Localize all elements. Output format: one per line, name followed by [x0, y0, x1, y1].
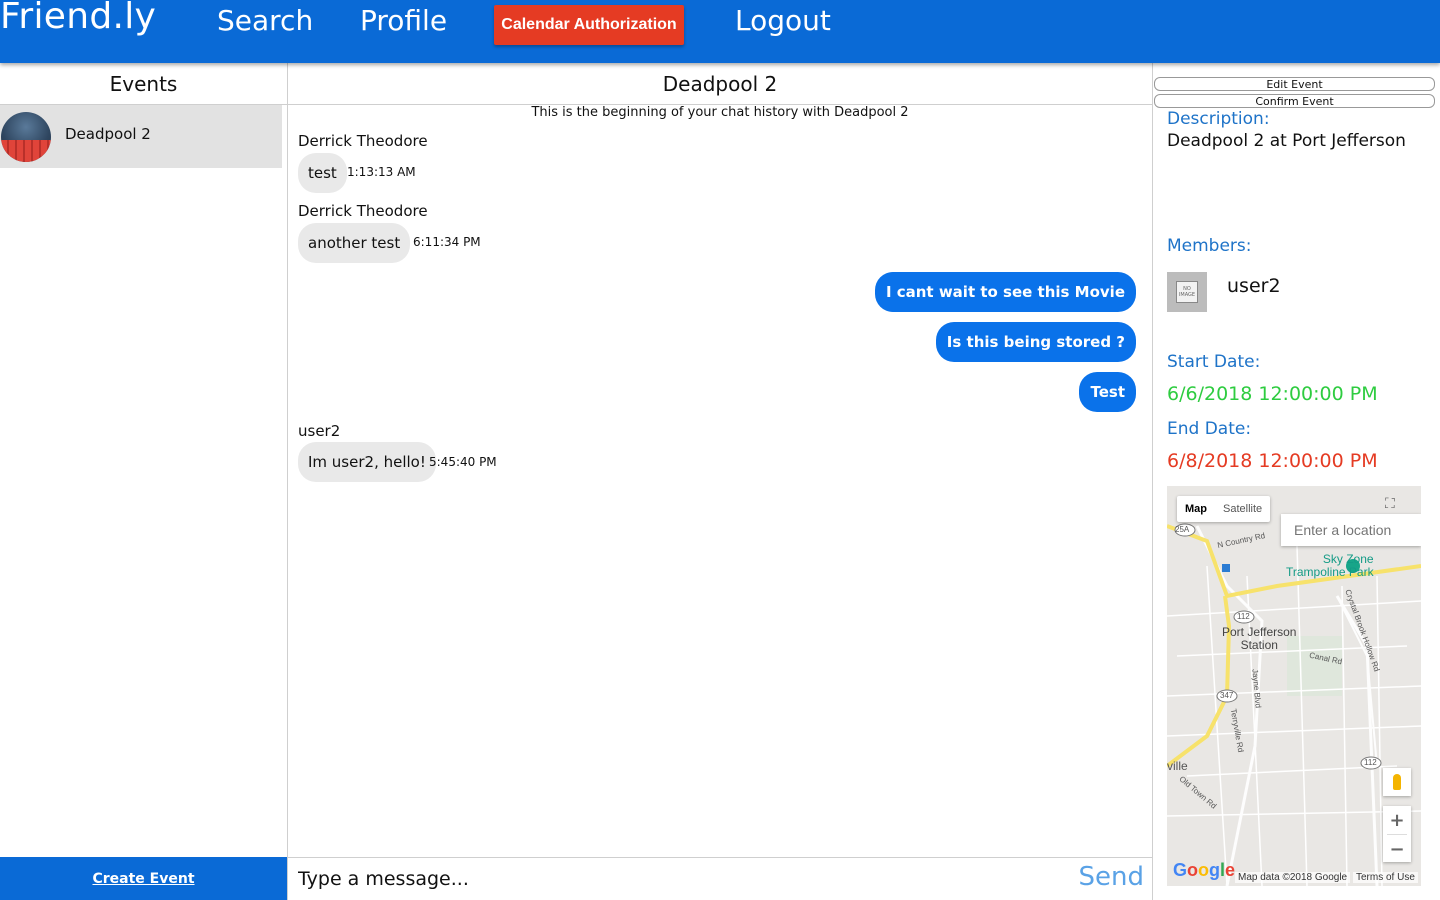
ville-label: ville	[1167, 759, 1188, 773]
outgoing-message-bubble: Is this being stored ?	[935, 322, 1136, 362]
confirm-event-button[interactable]: Confirm Event	[1154, 94, 1435, 108]
message-sender: user2	[298, 422, 341, 440]
end-date-label: End Date:	[1167, 419, 1252, 439]
start-date-value: 6/6/2018 12:00:00 PM	[1167, 383, 1378, 405]
end-date-value: 6/8/2018 12:00:00 PM	[1167, 450, 1378, 472]
message-sender: Derrick Theodore	[298, 202, 428, 220]
nav-search-link[interactable]: Search	[217, 4, 313, 37]
incoming-message-bubble: Im user2, hello!	[298, 442, 436, 482]
town-label: Port Jefferson Station	[1222, 626, 1296, 652]
town-label-line2: Station	[1240, 638, 1278, 652]
map-type-satellite-button[interactable]: Satellite	[1215, 496, 1270, 522]
incoming-message-bubble: test	[298, 153, 347, 193]
event-details-panel: Edit Event Confirm Event Description: De…	[1153, 63, 1440, 900]
message-composer: Send	[288, 857, 1152, 900]
zoom-control: + −	[1383, 806, 1411, 862]
description-label: Description:	[1167, 109, 1270, 129]
description-text: Deadpool 2 at Port Jefferson	[1167, 131, 1406, 151]
start-date-label: Start Date:	[1167, 352, 1261, 372]
nav-profile-link[interactable]: Profile	[360, 4, 447, 37]
chat-history-note: This is the beginning of your chat histo…	[531, 105, 909, 120]
map-type-map-button[interactable]: Map	[1177, 496, 1215, 522]
fullscreen-icon[interactable]: ⛶	[1385, 496, 1405, 512]
route-112-shield: 112	[1364, 758, 1377, 767]
map-terms-link[interactable]: Terms of Use	[1353, 872, 1418, 883]
zoom-in-icon[interactable]: +	[1383, 806, 1411, 834]
map-location-search-input[interactable]	[1281, 514, 1421, 546]
event-list-item[interactable]: Deadpool 2	[0, 105, 282, 168]
outgoing-message-bubble: I cant wait to see this Movie	[874, 272, 1136, 312]
event-location-map[interactable]: 25A 112 347 112 N Country Rd Sky Zone Tr…	[1167, 486, 1421, 886]
poi-label-line2: Trampoline Park	[1286, 565, 1374, 579]
chat-panel: Deadpool 2 This is the beginning of your…	[288, 63, 1153, 900]
nav-logout-link[interactable]: Logout	[735, 4, 831, 37]
map-type-control: Map Satellite	[1177, 496, 1271, 522]
events-title: Events	[0, 63, 287, 105]
poi-label: Sky Zone Trampoline Park	[1286, 553, 1374, 579]
outgoing-message-bubble: Test	[1079, 372, 1136, 412]
map-attribution: Map data ©2018 Google	[1235, 872, 1351, 883]
events-panel: Events Deadpool 2 Create Event	[0, 63, 288, 900]
calendar-authorization-button[interactable]: Calendar Authorization	[494, 5, 684, 45]
create-event-button[interactable]: Create Event	[0, 857, 287, 900]
member-name: user2	[1227, 275, 1281, 297]
chat-title: Deadpool 2	[288, 63, 1152, 105]
route-347-shield: 347	[1220, 691, 1234, 700]
message-timestamp: 1:13:13 AM	[347, 165, 416, 179]
message-timestamp: 5:45:40 PM	[429, 455, 497, 469]
top-navbar: Friend.ly Search Profile Calendar Author…	[0, 0, 1440, 63]
route-25a-shield: 25A	[1175, 525, 1190, 534]
edit-event-button[interactable]: Edit Event	[1154, 77, 1435, 91]
brand-logo[interactable]: Friend.ly	[0, 0, 156, 37]
event-name: Deadpool 2	[65, 125, 151, 143]
members-label: Members:	[1167, 236, 1252, 256]
message-sender: Derrick Theodore	[298, 132, 428, 150]
message-timestamp: 6:11:34 PM	[413, 235, 481, 249]
send-button[interactable]: Send	[1079, 862, 1144, 892]
incoming-message-bubble: another test	[298, 223, 411, 263]
event-avatar	[1, 112, 51, 162]
google-logo: Google	[1173, 860, 1236, 880]
member-avatar: NO IMAGE	[1167, 272, 1207, 312]
message-input[interactable]	[288, 858, 1068, 900]
route-112-shield: 112	[1237, 612, 1250, 621]
no-image-placeholder: NO IMAGE	[1176, 281, 1198, 303]
street-view-pegman-icon[interactable]	[1383, 768, 1411, 796]
zoom-out-icon[interactable]: −	[1383, 835, 1411, 863]
